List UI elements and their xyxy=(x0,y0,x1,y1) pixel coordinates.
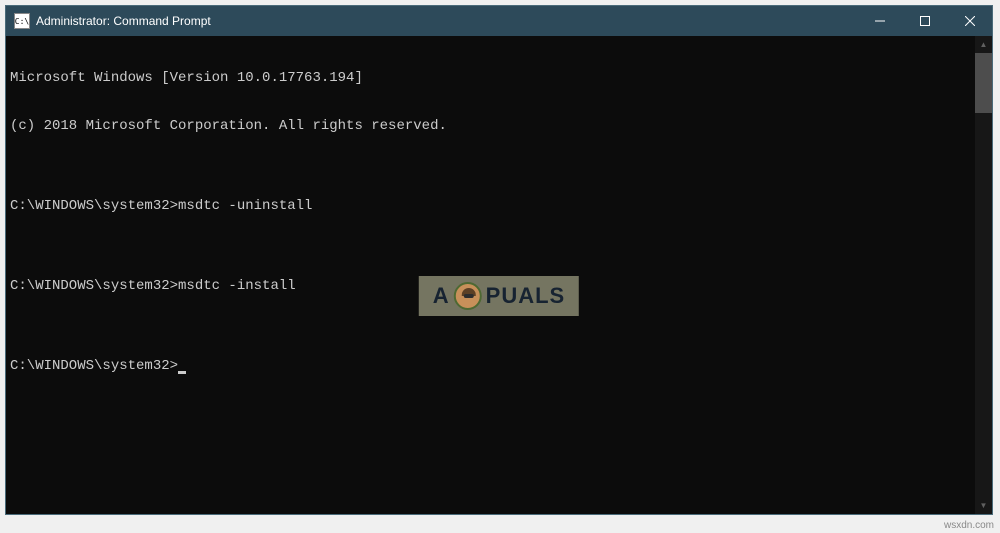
output-line: Microsoft Windows [Version 10.0.17763.19… xyxy=(10,70,971,86)
attribution-text: wsxdn.com xyxy=(944,520,994,531)
output-line: C:\WINDOWS\system32>msdtc -install xyxy=(10,278,971,294)
vertical-scrollbar[interactable]: ▲ ▼ xyxy=(975,36,992,514)
scroll-down-arrow[interactable]: ▼ xyxy=(975,497,992,514)
window-title: Administrator: Command Prompt xyxy=(36,14,857,28)
output-line: (c) 2018 Microsoft Corporation. All righ… xyxy=(10,118,971,134)
console-output[interactable]: Microsoft Windows [Version 10.0.17763.19… xyxy=(6,36,975,514)
titlebar[interactable]: C:\ Administrator: Command Prompt xyxy=(6,6,992,36)
scroll-up-arrow[interactable]: ▲ xyxy=(975,36,992,53)
close-button[interactable] xyxy=(947,6,992,36)
window-controls xyxy=(857,6,992,36)
prompt-line: C:\WINDOWS\system32> xyxy=(10,358,971,374)
cursor xyxy=(178,371,186,374)
minimize-button[interactable] xyxy=(857,6,902,36)
scrollbar-thumb[interactable] xyxy=(975,53,992,113)
command-prompt-window: C:\ Administrator: Command Prompt Micros… xyxy=(5,5,993,515)
console-body[interactable]: Microsoft Windows [Version 10.0.17763.19… xyxy=(6,36,992,514)
output-line: C:\WINDOWS\system32>msdtc -uninstall xyxy=(10,198,971,214)
cmd-icon: C:\ xyxy=(14,13,30,29)
maximize-button[interactable] xyxy=(902,6,947,36)
